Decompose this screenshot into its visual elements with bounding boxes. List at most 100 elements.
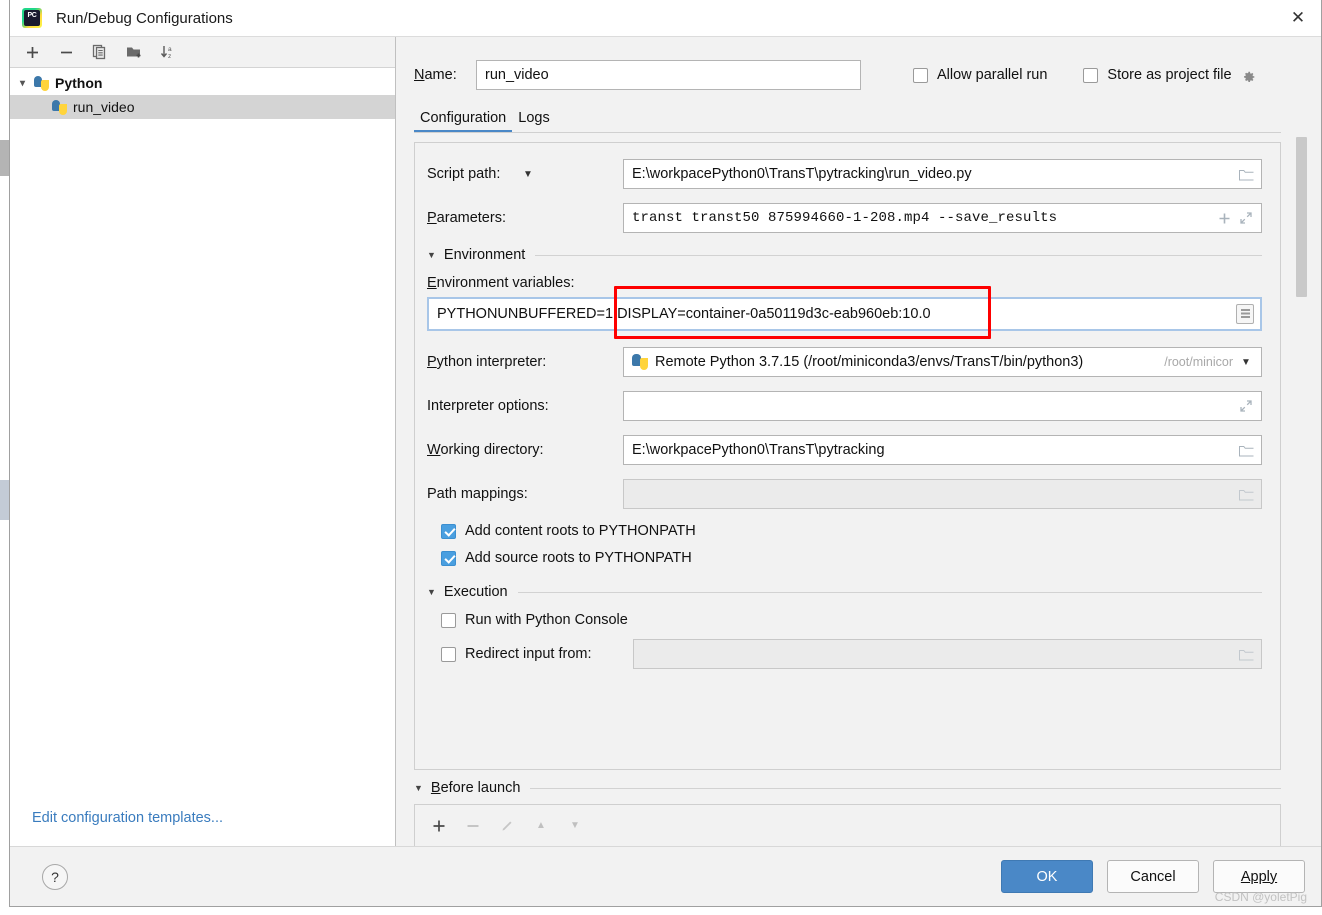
path-mappings-label: Path mappings: (427, 486, 528, 502)
pycharm-icon (22, 8, 42, 28)
tab-configuration[interactable]: Configuration (414, 110, 513, 133)
minus-icon[interactable] (54, 41, 78, 63)
copy-icon[interactable] (88, 41, 112, 63)
before-launch-toolbar: ▲ ▼ (414, 804, 1281, 846)
tree-group-python[interactable]: ▾ Python (10, 71, 395, 95)
tabs-row: Configuration Logs (396, 95, 1321, 133)
dialog-footer: ? OK Cancel Apply CSDN @yoletPig (10, 846, 1321, 906)
tabs-divider (414, 132, 1281, 133)
sidebar-toolbar: a z (10, 37, 395, 68)
configuration-form: Script path: ▼ E:\workpacePython0\TransT… (414, 142, 1281, 770)
working-directory-field[interactable]: E:\workpacePython0\TransT\pytracking (623, 435, 1262, 465)
section-divider (517, 591, 1262, 593)
interpreter-options-row: Interpreter options: (427, 391, 1262, 421)
environment-section-header: ▼ Environment (427, 247, 1262, 263)
environment-variables-field[interactable]: PYTHONUNBUFFERED=1;DISPLAY=container-0a5… (427, 286, 1262, 339)
cancel-button[interactable]: Cancel (1107, 860, 1199, 893)
store-as-project-file-label: Store as project file (1107, 67, 1232, 83)
folder-icon[interactable] (1235, 167, 1257, 182)
folder-icon[interactable] (1235, 443, 1257, 458)
ok-button[interactable]: OK (1001, 860, 1093, 893)
run-with-python-console-checkbox[interactable]: Run with Python Console (427, 612, 1262, 628)
python-icon (34, 75, 49, 91)
execution-section-header: ▼ Execution (427, 584, 1262, 600)
document-list-icon[interactable] (1234, 304, 1256, 324)
python-interpreter-hint: /root/minicor (1164, 355, 1233, 369)
tree-item-run-video[interactable]: run_video (10, 95, 395, 119)
chevron-down-icon[interactable]: ▼ (513, 169, 543, 180)
checkbox-box (1083, 67, 1099, 83)
help-button[interactable]: ? (42, 863, 68, 890)
python-interpreter-field[interactable]: Remote Python 3.7.15 (/root/miniconda3/e… (623, 347, 1262, 377)
checkbox-box (913, 67, 928, 83)
dialog-title: Run/Debug Configurations (56, 9, 233, 27)
environment-variables-value: PYTHONUNBUFFERED=1;DISPLAY=container-0a5… (437, 306, 931, 322)
background-window-fragment-low (0, 480, 9, 520)
edit-configuration-templates-link[interactable]: Edit configuration templates... (32, 810, 223, 826)
minus-icon (463, 816, 483, 836)
gear-icon[interactable] (1240, 66, 1258, 84)
store-as-project-file-checkbox[interactable]: Store as project file (1083, 67, 1232, 83)
working-directory-row: Working directory: E:\workpacePython0\Tr… (427, 435, 1262, 465)
path-mappings-field[interactable] (623, 479, 1262, 509)
chevron-down-icon[interactable]: ▼ (1235, 357, 1257, 368)
add-source-roots-label: Add source roots to PYTHONPATH (465, 550, 692, 566)
interpreter-options-label: Interpreter options: (427, 398, 549, 414)
plus-icon[interactable] (429, 816, 449, 836)
working-directory-value: E:\workpacePython0\TransT\pytracking (632, 442, 885, 458)
close-icon[interactable]: ✕ (1275, 0, 1321, 36)
parameters-field[interactable]: transt transt50 875994660-1-208.mp4 --sa… (623, 203, 1262, 233)
plus-icon[interactable] (20, 41, 44, 63)
dialog-titlebar: Run/Debug Configurations ✕ (10, 0, 1321, 37)
folder-add-icon[interactable] (122, 41, 146, 63)
redirect-input-checkbox[interactable] (441, 646, 456, 662)
redirect-input-label: Redirect input from: (465, 646, 592, 662)
python-icon (632, 354, 648, 370)
before-launch-header: ▼ Before launch (414, 780, 1281, 796)
folder-icon[interactable] (1235, 647, 1257, 662)
path-mappings-row: Path mappings: (427, 479, 1262, 509)
interpreter-options-field[interactable] (623, 391, 1262, 421)
run-debug-configurations-dialog: Run/Debug Configurations ✕ (9, 0, 1322, 907)
name-input[interactable] (476, 60, 861, 90)
chevron-down-icon[interactable]: ▼ (427, 587, 436, 597)
plus-icon[interactable] (1213, 212, 1235, 225)
parameters-label: Parameters: (427, 210, 506, 226)
add-content-roots-label: Add content roots to PYTHONPATH (465, 523, 696, 539)
folder-icon[interactable] (1235, 487, 1257, 502)
redirect-input-field[interactable] (633, 639, 1262, 669)
chevron-down-icon[interactable]: ▼ (414, 783, 423, 793)
expand-icon[interactable] (1235, 399, 1257, 413)
apply-button[interactable]: Apply (1213, 860, 1305, 893)
allow-parallel-run-checkbox[interactable]: Allow parallel run (913, 67, 1047, 83)
run-with-python-console-label: Run with Python Console (465, 612, 628, 628)
chevron-down-icon[interactable]: ▼ (427, 250, 436, 260)
configuration-pane: Name: Allow parallel run Store as projec… (396, 37, 1321, 846)
expand-icon[interactable] (1235, 211, 1257, 225)
script-path-field[interactable]: E:\workpacePython0\TransT\pytracking\run… (623, 159, 1262, 189)
before-launch-section: ▼ Before launch ▲ ▼ (414, 776, 1281, 846)
section-divider (530, 787, 1281, 789)
add-content-roots-checkbox[interactable]: Add content roots to PYTHONPATH (427, 523, 1262, 539)
script-path-value: E:\workpacePython0\TransT\pytracking\run… (632, 166, 972, 182)
watermark: CSDN @yoletPig (1214, 890, 1307, 904)
svg-text:z: z (168, 53, 171, 60)
configurations-sidebar: a z ▾ Python run_video Edit configuratio… (10, 37, 396, 846)
pencil-icon (497, 816, 517, 836)
background-window-fragment-mid (0, 140, 9, 176)
redirect-input-row: Redirect input from: (427, 639, 1262, 669)
python-interpreter-label: Python interpreter: (427, 354, 547, 370)
tab-logs[interactable]: Logs (512, 110, 555, 133)
footer-buttons: OK Cancel Apply (1001, 860, 1305, 893)
execution-section-title: Execution (443, 584, 508, 600)
add-source-roots-checkbox[interactable]: Add source roots to PYTHONPATH (427, 550, 1262, 566)
chevron-down-icon[interactable]: ▾ (20, 78, 34, 89)
parameters-row: Parameters: transt transt50 875994660-1-… (427, 203, 1262, 233)
configuration-scrollbar[interactable] (1296, 137, 1307, 782)
sort-az-icon[interactable]: a z (156, 41, 180, 63)
arrow-down-icon: ▼ (570, 820, 580, 831)
configurations-tree: ▾ Python run_video (10, 68, 395, 788)
scrollbar-thumb[interactable] (1296, 137, 1307, 297)
section-divider (535, 254, 1262, 256)
name-row: Name: Allow parallel run Store as projec… (396, 37, 1321, 95)
